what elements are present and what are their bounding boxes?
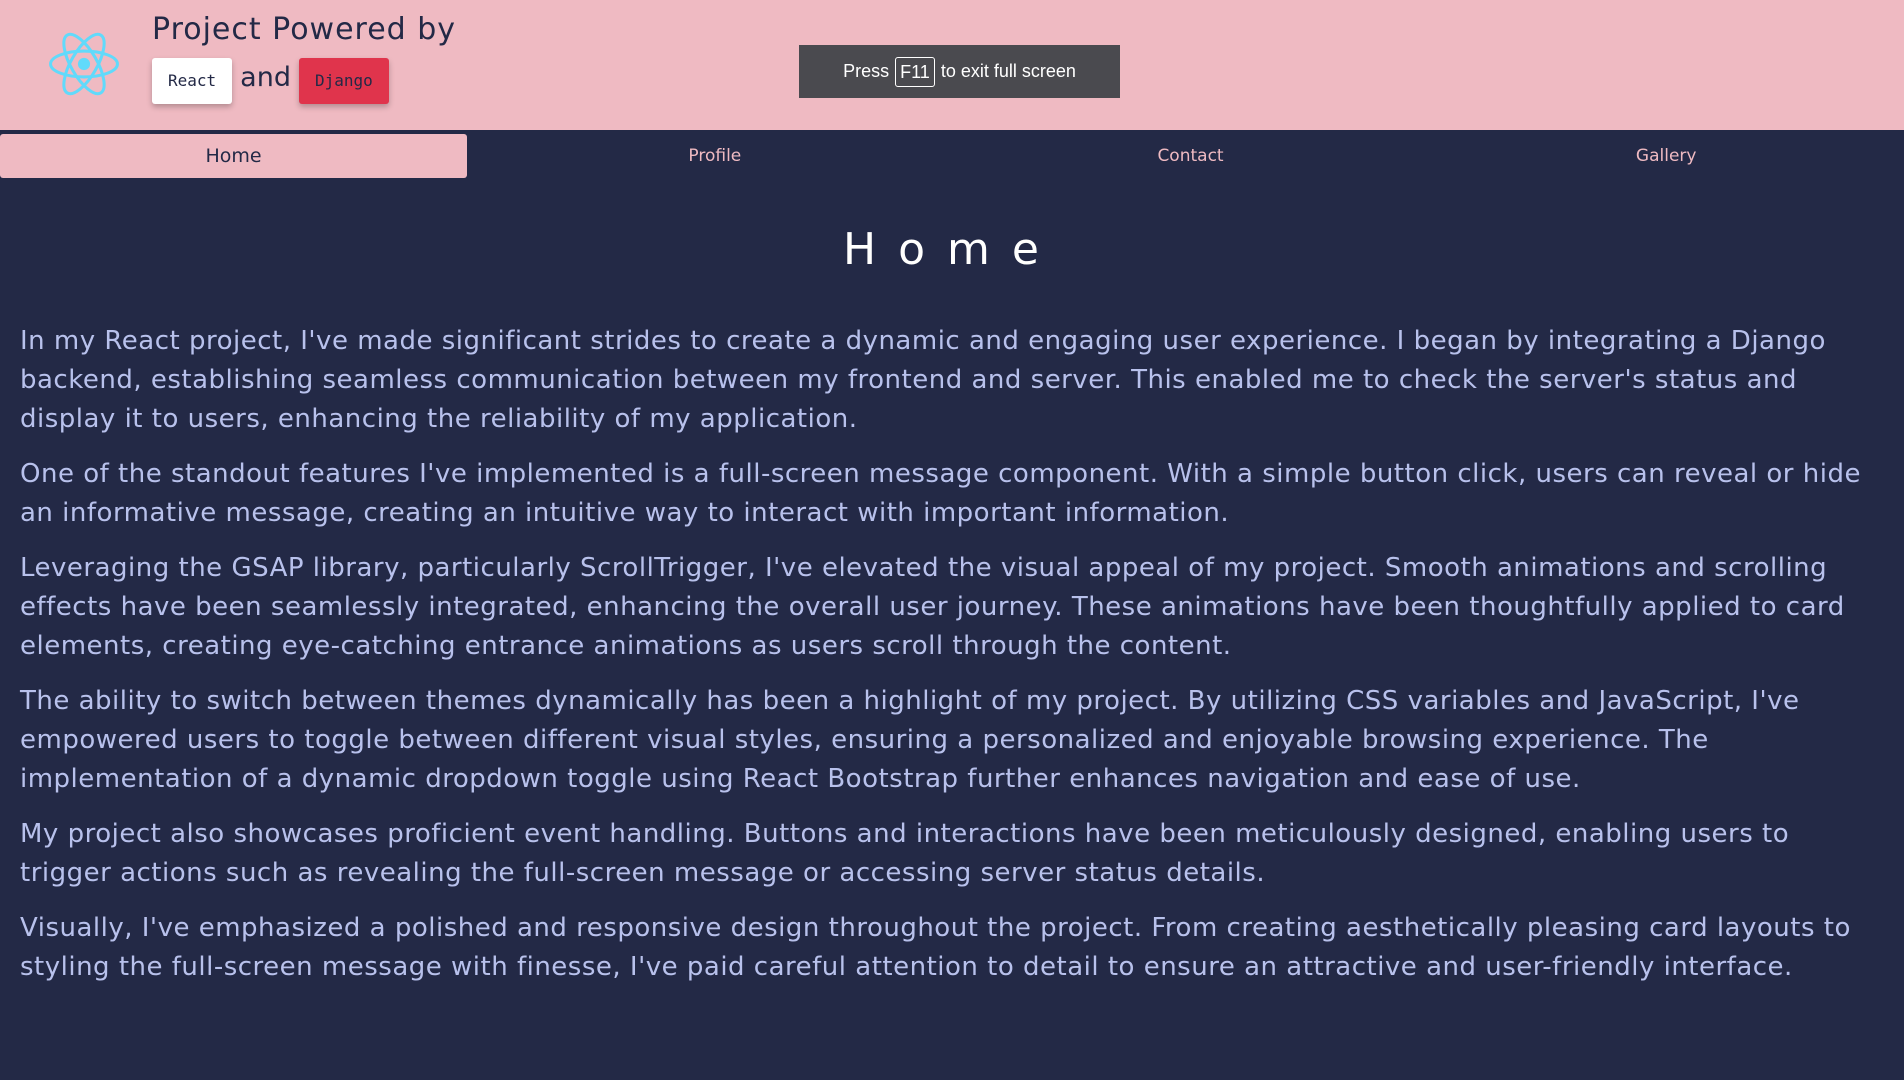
paragraph: One of the standout features I've implem…	[20, 459, 1861, 528]
f11-key: F11	[895, 56, 935, 87]
header: Project Powered by React and Django Pres…	[0, 0, 1904, 130]
page-title: Home	[843, 224, 1061, 275]
react-badge-button[interactable]: React	[152, 58, 233, 104]
tech-badges: React and Django	[152, 58, 389, 104]
main-nav: Home Profile Contact Gallery	[0, 134, 1904, 178]
paragraph: My project also showcases proficient eve…	[20, 819, 1790, 888]
react-logo-icon	[49, 32, 119, 96]
paragraph: Visually, I've emphasized a polished and…	[20, 913, 1851, 982]
tab-home[interactable]: Home	[0, 134, 467, 178]
django-badge-button[interactable]: Django	[298, 58, 389, 104]
fullscreen-notice-suffix: to exit full screen	[940, 61, 1076, 81]
fullscreen-notice: Press F11 to exit full screen	[799, 45, 1120, 98]
tab-profile[interactable]: Profile	[477, 134, 953, 178]
and-text: and	[240, 61, 291, 93]
paragraph: The ability to switch between themes dyn…	[20, 686, 1800, 794]
paragraph: Leveraging the GSAP library, particularl…	[20, 553, 1845, 661]
site-title: Project Powered by	[152, 12, 457, 47]
paragraph: In my React project, I've made significa…	[20, 326, 1826, 434]
fullscreen-notice-prefix: Press	[843, 61, 890, 81]
tab-gallery[interactable]: Gallery	[1428, 134, 1904, 178]
tab-contact[interactable]: Contact	[953, 134, 1429, 178]
main-content: In my React project, I've made significa…	[20, 322, 1886, 1003]
